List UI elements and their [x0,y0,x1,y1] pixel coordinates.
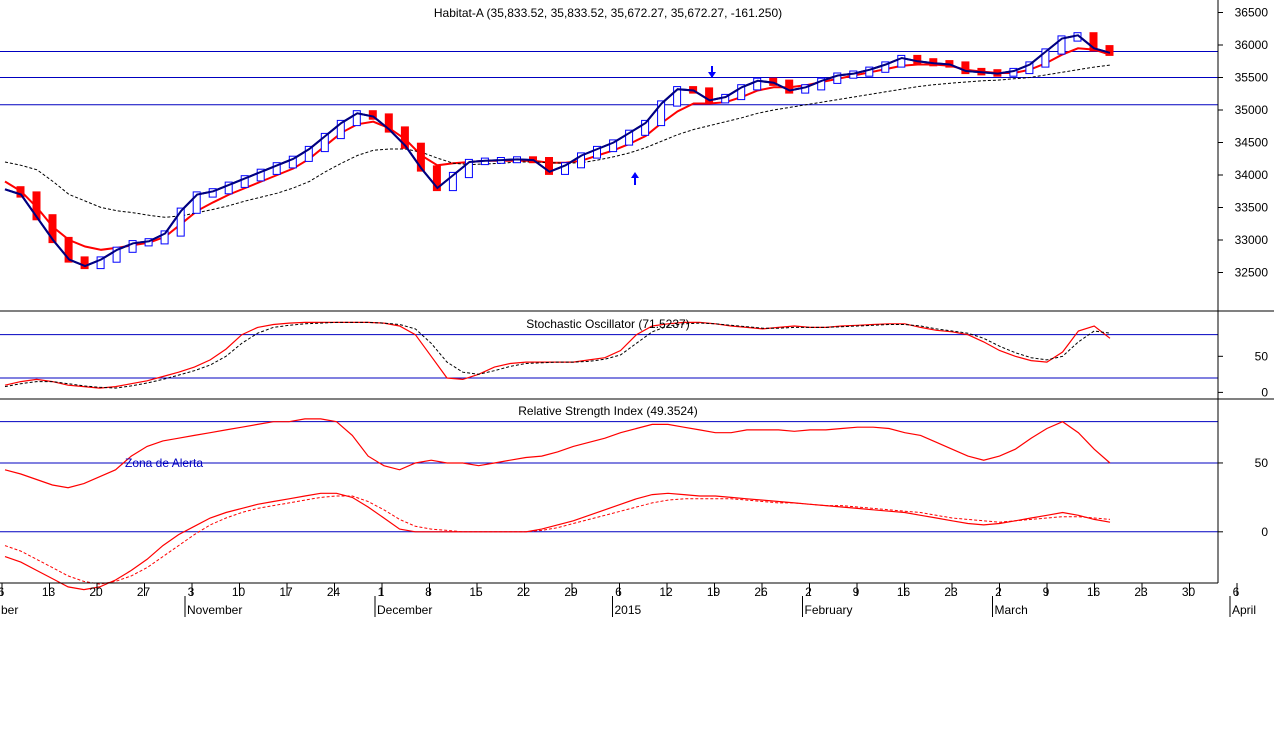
month-label-6: April [1232,603,1256,617]
x-tick-label-19: 16 [897,585,911,599]
rsi-annotation: Zona de Alerta [125,456,203,470]
x-tick-label-23: 16 [1087,585,1101,599]
y-tick-label-1: 33000 [1235,233,1269,247]
x-tick-label-7: 24 [327,585,341,599]
y-tick-label-0: 32500 [1235,266,1269,280]
x-tick-label-1: 13 [42,585,56,599]
candle-57 [913,54,922,65]
x-tick-label-2: 20 [89,585,103,599]
month-label-0: ber [1,603,18,617]
x-tick-label-3: 27 [137,585,151,599]
x-tick-label-6: 17 [279,585,293,599]
x-tick-label-22: 9 [1043,585,1050,599]
x-tick-label-18: 9 [853,585,860,599]
x-tick-label-15: 19 [707,585,721,599]
x-tick-label-24: 23 [1134,585,1148,599]
x-tick-label-20: 23 [944,585,958,599]
y-tick-label-2: 33500 [1235,201,1269,215]
x-tick-label-13: 6 [615,585,622,599]
y-tick-label-7: 36000 [1235,38,1269,52]
x-tick-label-0: 6 [0,585,5,599]
price-panel-title: Habitat-A (35,833.52, 35,833.52, 35,672.… [434,6,782,20]
y-tick-label-0: 0 [1261,525,1268,539]
y-tick-label-3: 34000 [1235,168,1269,182]
y-tick-label-5: 35000 [1235,103,1269,117]
chart-background [0,0,1274,742]
month-label-2: December [377,603,432,617]
y-tick-label-1: 50 [1255,456,1269,470]
x-tick-label-12: 29 [564,585,578,599]
x-tick-label-26: 6 [1233,585,1240,599]
x-tick-label-25: 30 [1182,585,1196,599]
x-tick-label-21: 2 [995,585,1002,599]
x-tick-label-4: 3 [188,585,195,599]
month-label-1: November [187,603,242,617]
y-tick-label-4: 34500 [1235,136,1269,150]
x-tick-label-17: 2 [805,585,812,599]
stock-chart: Habitat-A (35,833.52, 35,833.52, 35,672.… [0,0,1274,742]
rsi-panel-title: Relative Strength Index (49.3524) [518,404,697,418]
x-tick-label-11: 22 [517,585,531,599]
month-label-5: March [995,603,1028,617]
y-tick-label-6: 35500 [1235,71,1269,85]
stochastic-panel-title: Stochastic Oscillator (71.5237) [526,317,689,331]
y-tick-label-8: 36500 [1235,6,1269,20]
x-tick-label-16: 26 [754,585,768,599]
x-tick-label-5: 10 [232,585,246,599]
x-tick-label-10: 15 [469,585,483,599]
candle-69 [1105,45,1114,56]
month-label-4: February [805,603,853,617]
x-tick-label-14: 12 [659,585,673,599]
y-tick-label-0: 0 [1261,385,1268,399]
month-label-3: 2015 [615,603,642,617]
x-tick-label-8: 1 [378,585,385,599]
x-tick-label-9: 8 [425,585,432,599]
y-tick-label-1: 50 [1255,349,1269,363]
